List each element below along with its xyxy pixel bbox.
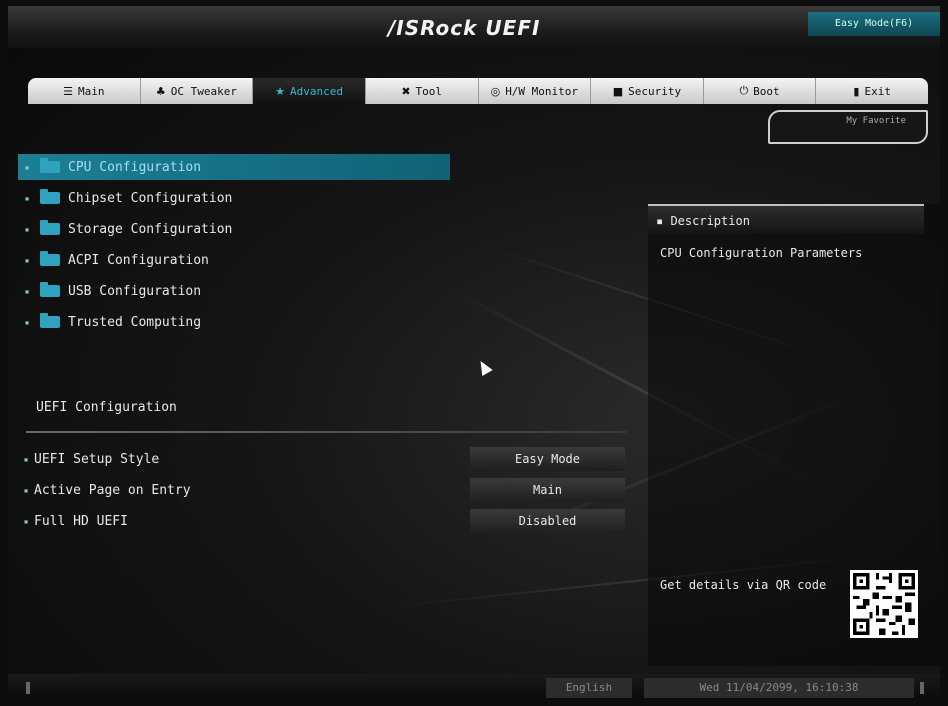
setting-full-hd-uefi[interactable]: ▪ Full HD UEFI Disabled — [18, 508, 628, 534]
tab-exit[interactable]: ▮ Exit — [816, 78, 928, 104]
setting-value-dropdown[interactable]: Disabled — [470, 509, 625, 533]
shield-icon: ■ — [612, 84, 624, 98]
description-heading: ▪ Description — [648, 204, 924, 234]
datetime-display: Wed 11/04/2099, 16:10:38 — [644, 678, 914, 698]
menu-item-storage-configuration[interactable]: ▪ Storage Configuration — [18, 216, 450, 242]
advanced-menu-list: ▪ CPU Configuration ▪ Chipset Configurat… — [18, 154, 450, 340]
setting-label: Active Page on Entry — [34, 482, 191, 498]
footer-edge-mark — [26, 682, 30, 694]
setting-value-dropdown[interactable]: Easy Mode — [470, 447, 625, 471]
footer-edge-mark — [920, 682, 924, 694]
menu-item-label: CPU Configuration — [68, 159, 202, 175]
tools-icon: ✖ — [401, 84, 411, 98]
exit-icon: ▮ — [853, 84, 860, 98]
menu-item-label: Chipset Configuration — [68, 190, 233, 206]
menu-item-chipset-configuration[interactable]: ▪ Chipset Configuration — [18, 185, 450, 211]
tab-tool[interactable]: ✖ Tool — [366, 78, 479, 104]
menu-icon: ☰ — [63, 84, 73, 98]
bullet-icon: ▪ — [23, 516, 29, 526]
bullet-icon: ▪ — [24, 255, 30, 265]
my-favorite-button[interactable]: My Favorite — [768, 110, 928, 144]
description-heading-label: Description — [670, 214, 750, 228]
tab-oc-tweaker[interactable]: ♣ OC Tweaker — [141, 78, 254, 104]
bullet-icon: ▪ — [24, 193, 30, 203]
star-icon: ★ — [275, 84, 285, 98]
folder-icon — [40, 189, 60, 204]
description-panel: ▪ Description CPU Configuration Paramete… — [648, 204, 940, 666]
bullet-icon: ▪ — [24, 286, 30, 296]
menu-item-cpu-configuration[interactable]: ▪ CPU Configuration — [18, 154, 450, 180]
tab-label: OC Tweaker — [170, 84, 237, 98]
menu-item-trusted-computing[interactable]: ▪ Trusted Computing — [18, 309, 450, 335]
tab-label: Tool — [415, 84, 443, 98]
folder-icon — [40, 158, 60, 173]
folder-icon — [40, 282, 60, 297]
uefi-screen: /ISRock UEFI Easy Mode(F6) ☰ Main ♣ OC T… — [8, 6, 940, 700]
main-tab-bar: ☰ Main ♣ OC Tweaker ★ Advanced ✖ Tool ◎ … — [28, 78, 928, 104]
asrock-logo: /ISRock UEFI — [388, 16, 541, 40]
qr-caption: Get details via QR code — [660, 578, 827, 592]
power-icon: ⏻ — [739, 84, 749, 97]
setting-label: UEFI Setup Style — [34, 451, 160, 467]
tab-advanced[interactable]: ★ Advanced — [253, 78, 366, 104]
folder-icon — [40, 313, 60, 328]
tab-label: Exit — [864, 84, 891, 98]
description-text: CPU Configuration Parameters — [660, 246, 863, 260]
bullet-icon: ▪ — [24, 317, 30, 327]
tab-main[interactable]: ☰ Main — [28, 78, 141, 104]
easy-mode-button[interactable]: Easy Mode(F6) — [808, 12, 940, 36]
mouse-cursor-icon — [475, 357, 493, 377]
setting-value-dropdown[interactable]: Main — [470, 478, 625, 502]
menu-item-label: ACPI Configuration — [68, 252, 209, 268]
setting-uefi-setup-style[interactable]: ▪ UEFI Setup Style Easy Mode — [18, 446, 628, 472]
menu-item-usb-configuration[interactable]: ▪ USB Configuration — [18, 278, 450, 304]
tab-boot[interactable]: ⏻ Boot — [704, 78, 817, 104]
tab-label: Main — [78, 84, 105, 98]
tab-label: H/W Monitor — [505, 84, 579, 98]
tab-label: Boot — [753, 84, 780, 98]
wrench-icon: ♣ — [155, 84, 166, 98]
tab-security[interactable]: ■ Security — [591, 78, 704, 104]
bullet-icon: ▪ — [23, 485, 29, 495]
section-title: UEFI Configuration — [36, 400, 177, 415]
section-divider — [26, 431, 626, 433]
setting-active-page-on-entry[interactable]: ▪ Active Page on Entry Main — [18, 477, 628, 503]
setting-label: Full HD UEFI — [34, 513, 128, 529]
qr-code-icon — [850, 570, 918, 638]
header-bar: /ISRock UEFI Easy Mode(F6) — [8, 6, 940, 48]
folder-icon — [40, 220, 60, 235]
bullet-icon: ▪ — [23, 454, 29, 464]
tab-hw-monitor[interactable]: ◎ H/W Monitor — [479, 78, 592, 104]
footer-bar: English Wed 11/04/2099, 16:10:38 — [8, 674, 940, 700]
bullet-icon: ▪ — [656, 214, 671, 228]
monitor-icon: ◎ — [490, 84, 501, 98]
language-selector[interactable]: English — [546, 678, 632, 698]
tab-label: Security — [628, 84, 682, 98]
bullet-icon: ▪ — [24, 224, 30, 234]
folder-icon — [40, 251, 60, 266]
menu-item-label: Trusted Computing — [68, 314, 202, 330]
bullet-icon: ▪ — [24, 162, 30, 172]
menu-item-label: Storage Configuration — [68, 221, 233, 237]
menu-item-label: USB Configuration — [68, 283, 202, 299]
menu-item-acpi-configuration[interactable]: ▪ ACPI Configuration — [18, 247, 450, 273]
tab-label: Advanced — [290, 84, 343, 98]
